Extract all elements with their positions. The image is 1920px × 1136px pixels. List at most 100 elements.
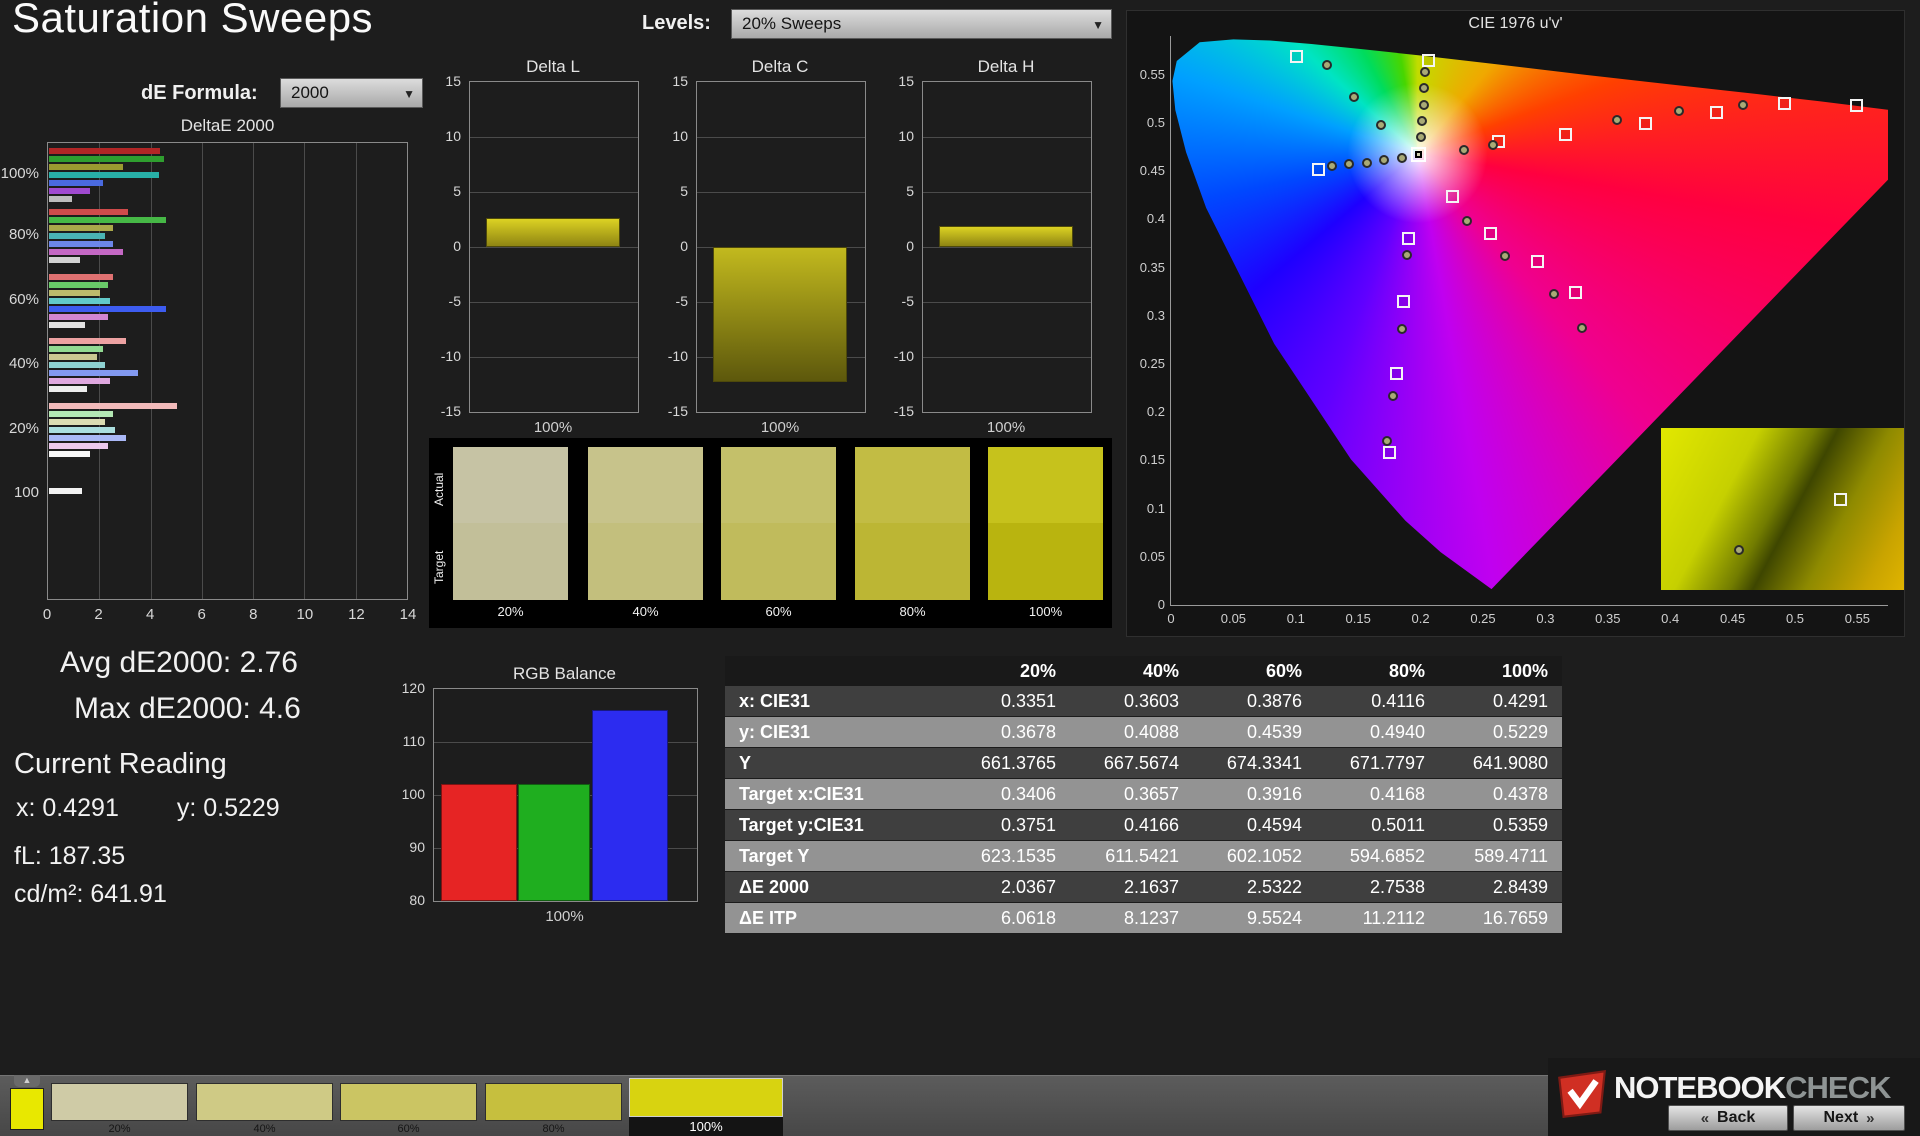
table-row-label: Target y:CIE31	[725, 809, 947, 841]
cie-measured-circle	[1396, 152, 1407, 163]
current-xy: x: 0.4291 y: 0.5229	[16, 794, 280, 823]
patch-label: 20%	[108, 1123, 131, 1135]
table-cell: 0.4166	[1070, 809, 1193, 841]
axis-tick-label: 15	[445, 73, 461, 89]
delta-c-bar	[713, 247, 847, 383]
saturation-patch-80%[interactable]	[485, 1083, 622, 1121]
table-row: x: CIE31 0.3351 0.3603 0.3876 0.4116 0.4291	[725, 686, 1562, 717]
deltae-plot	[47, 142, 408, 600]
patch-label: 40%	[253, 1123, 276, 1135]
saturation-patch-60%[interactable]	[340, 1083, 477, 1121]
swatch-label: 20%	[497, 604, 524, 619]
deltae-bar	[49, 314, 108, 320]
table-cell: 0.3406	[947, 778, 1070, 810]
axis-tick-label: 8	[249, 606, 258, 623]
axis-tick-label: -15	[893, 403, 914, 419]
table-cell: 2.8439	[1439, 871, 1562, 903]
axis-tick-label: 0	[1157, 597, 1165, 612]
axis-tick-label: 0.55	[1139, 66, 1165, 82]
deltae-bar	[49, 370, 139, 376]
deltae-bar	[49, 306, 167, 312]
chevrons-left-icon: «	[1700, 1109, 1710, 1127]
deltae-bar	[49, 180, 103, 186]
cie-target-square	[1777, 96, 1791, 110]
cie-plot: 0 0.05 0.1 0.15 0.2 0.25 0.3 0.35 0.4 0.45 0.5 0.55…	[1140, 36, 1904, 626]
cie-target-square	[1397, 295, 1411, 309]
deltae-bar	[49, 188, 90, 194]
table-cell: 0.3751	[947, 809, 1070, 841]
delta-c-ylabels: 15 10 5 0 -5 -10 -15	[654, 73, 692, 419]
delta-h-plot	[922, 81, 1092, 413]
table-cell: 11.2112	[1316, 902, 1439, 934]
swatch-label: 80%	[899, 604, 926, 619]
axis-tick-label: 12	[348, 606, 365, 623]
axis-tick-label: -5	[448, 293, 461, 309]
table-row-label: x: CIE31	[725, 686, 947, 717]
gridline	[470, 302, 638, 303]
deltae-bar	[49, 290, 100, 296]
gridline	[470, 247, 638, 248]
cie-measured-circle	[1381, 436, 1392, 447]
table-row: ΔE ITP 6.0618 8.1237 9.5524 11.2112 16.7659	[725, 902, 1562, 934]
axis-tick-label: -15	[667, 403, 688, 419]
axis-tick-label: 0.3	[1146, 307, 1165, 323]
table-col-header: 20%	[947, 656, 1070, 686]
axis-tick-label: 0	[453, 238, 461, 254]
back-button[interactable]: « Back	[1668, 1105, 1788, 1131]
deltae-bar-group	[49, 488, 406, 494]
saturation-patch-40%[interactable]	[196, 1083, 333, 1121]
deltae-bar	[49, 378, 111, 384]
cie-target-square	[1422, 54, 1436, 68]
table-cell: 6.0618	[947, 902, 1070, 934]
swatch-label: 100%	[1028, 604, 1063, 619]
table-cell: 0.4594	[1193, 809, 1316, 841]
max-de2000: Max dE2000: 4.6	[74, 692, 301, 725]
axis-tick-label: 0.55	[1844, 611, 1871, 626]
next-button[interactable]: Next »	[1793, 1105, 1905, 1131]
table-cell: 2.5322	[1193, 871, 1316, 903]
brand-part1: NOTEBOOK	[1614, 1070, 1786, 1105]
saturation-patch-20%[interactable]	[51, 1083, 188, 1121]
de-formula-dropdown[interactable]: 2000 ▼	[280, 78, 423, 108]
levels-label: Levels:	[642, 12, 711, 34]
levels-dropdown[interactable]: 20% Sweeps ▼	[731, 9, 1112, 39]
table-row-label: Target x:CIE31	[725, 778, 947, 810]
table-cell: 0.5011	[1316, 809, 1439, 841]
deltae-row-label: 60%	[8, 291, 39, 308]
axis-tick-label: 100	[401, 786, 425, 802]
table-row: Y 661.3765 667.5674 674.3341 671.7797 641.908…	[725, 747, 1562, 779]
cie-target-square	[1639, 117, 1653, 130]
avg-de2000: Avg dE2000: 2.76	[60, 646, 298, 679]
table-cell: 0.3657	[1070, 778, 1193, 810]
actual-swatch	[588, 447, 703, 523]
saturation-patch-100%[interactable]	[629, 1078, 783, 1117]
deltae-bar	[49, 298, 111, 304]
table-cell: 0.4291	[1439, 686, 1562, 717]
axis-tick-label: 0.15	[1139, 452, 1165, 468]
delta-h-ylabels: 15 10 5 0 -5 -10 -15	[880, 73, 918, 419]
back-button-label: Back	[1717, 1109, 1756, 1126]
patch-label: 60%	[397, 1123, 420, 1135]
de-formula-dropdown-value: 2000	[291, 83, 329, 102]
delta-h-title: Delta H	[977, 57, 1035, 76]
axis-tick-label: 5	[906, 183, 914, 199]
axis-tick-label: 0.35	[1595, 611, 1621, 626]
cie-measured-circle	[1418, 99, 1429, 110]
cie-target-square	[1833, 492, 1847, 506]
deltae-bar	[49, 274, 113, 280]
notebookcheck-logo-icon	[1558, 1069, 1606, 1118]
table-cell: 611.5421	[1070, 840, 1193, 872]
table-row-label: Target Y	[725, 840, 947, 872]
target-swatch	[988, 523, 1103, 600]
cie-target-square	[1530, 254, 1544, 268]
swatch-columns: 20% 40% 60% 80% 100%	[429, 438, 1112, 628]
page-title: Saturation Sweeps	[12, 0, 374, 41]
cie-measured-circle	[1549, 288, 1560, 299]
table-row: y: CIE31 0.3678 0.4088 0.4539 0.4940 0.5229	[725, 716, 1562, 748]
cie-target-square	[1312, 163, 1326, 177]
axis-tick-label: 10	[672, 128, 688, 144]
deltae-bar	[49, 233, 106, 239]
deltae-row-label: 80%	[8, 226, 39, 243]
cie-measured-circle	[1419, 66, 1430, 77]
cie-measured-circle	[1733, 544, 1744, 555]
